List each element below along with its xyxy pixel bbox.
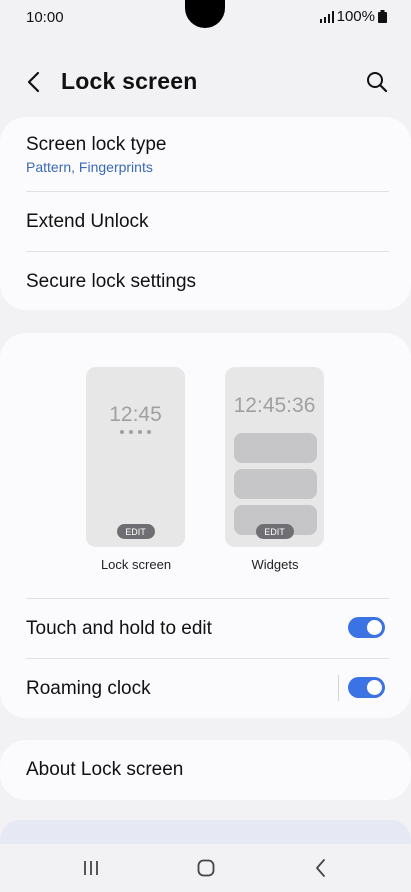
toggle-knob <box>367 680 382 695</box>
roaming-clock-label: Roaming clock <box>26 678 151 699</box>
lock-screen-preview[interactable]: 12:45 EDIT <box>86 367 185 547</box>
secure-lock-settings-item[interactable]: Secure lock settings <box>0 252 411 310</box>
toggle-separator <box>338 675 339 701</box>
lock-preview-clock: 12:45 <box>109 403 162 426</box>
back-button[interactable] <box>20 68 48 96</box>
home-button[interactable] <box>191 854 221 882</box>
widget-placeholder <box>234 469 317 499</box>
dot <box>129 430 133 434</box>
page-title: Lock screen <box>61 68 198 94</box>
dot <box>147 430 151 434</box>
signal-icon <box>319 10 334 23</box>
about-label: About Lock screen <box>26 759 184 780</box>
recents-icon <box>84 861 98 875</box>
secure-lock-settings-label: Secure lock settings <box>26 271 197 292</box>
battery-percent: 100% <box>336 8 375 25</box>
security-card: Screen lock type Pattern, Fingerprints E… <box>0 117 411 310</box>
roaming-clock-toggle[interactable] <box>348 677 385 698</box>
lock-edit-button[interactable]: EDIT <box>116 524 155 539</box>
app-header: Lock screen <box>0 58 411 106</box>
touch-hold-label: Touch and hold to edit <box>26 618 212 639</box>
screen-lock-type-label: Screen lock type <box>26 134 167 155</box>
dot <box>138 430 142 434</box>
about-card[interactable]: About Lock screen <box>0 740 411 800</box>
extend-unlock-label: Extend Unlock <box>26 211 149 232</box>
widgets-preview-label: Widgets <box>251 557 299 572</box>
screen-lock-type-item[interactable]: Screen lock type Pattern, Fingerprints <box>0 117 411 192</box>
widgets-edit-button[interactable]: EDIT <box>255 524 294 539</box>
status-indicators: 100% <box>319 8 387 25</box>
roaming-clock-item[interactable]: Roaming clock <box>0 659 411 718</box>
extend-unlock-item[interactable]: Extend Unlock <box>0 192 411 251</box>
pin-dots <box>86 430 185 434</box>
status-time: 10:00 <box>26 9 64 26</box>
nav-back-icon <box>316 859 325 877</box>
toggle-knob <box>367 620 382 635</box>
dot <box>120 430 124 434</box>
recents-button[interactable] <box>76 854 106 882</box>
status-bar: 10:00 100% <box>0 0 411 36</box>
lock-preview-label: Lock screen <box>100 557 172 572</box>
widgets-preview-clock: 12:45:36 <box>233 394 316 417</box>
nav-back-button[interactable] <box>306 854 336 882</box>
battery-icon <box>378 10 387 23</box>
home-icon <box>197 859 215 877</box>
widgets-preview[interactable]: 12:45:36 EDIT <box>225 367 324 547</box>
back-arrow-icon <box>27 71 40 93</box>
widget-placeholder <box>234 433 317 463</box>
touch-hold-item[interactable]: Touch and hold to edit <box>0 599 411 658</box>
touch-hold-toggle[interactable] <box>348 617 385 638</box>
search-button[interactable] <box>363 68 391 96</box>
screen-lock-type-value: Pattern, Fingerprints <box>26 159 153 175</box>
camera-notch <box>185 0 225 28</box>
search-icon <box>367 72 388 93</box>
navigation-bar <box>0 844 411 892</box>
